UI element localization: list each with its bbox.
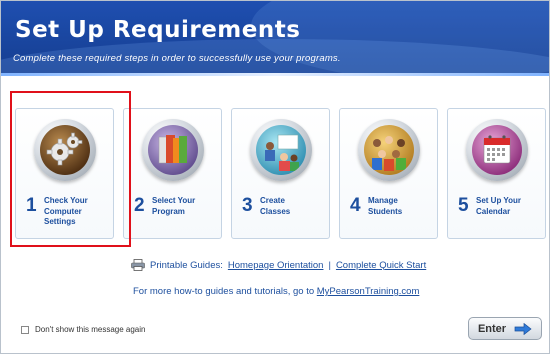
link-separator: | [328, 259, 331, 271]
step-badge [34, 119, 96, 181]
printable-guides: Printable Guides: Homepage Orientation |… [131, 259, 426, 271]
page-subtitle: Complete these required steps in order t… [13, 53, 341, 64]
homepage-orientation-link[interactable]: Homepage Orientation [228, 260, 324, 271]
students-group-icon [364, 125, 414, 175]
step-label: Set Up Your Calendar [476, 196, 522, 216]
classroom-icon [256, 125, 306, 175]
step-label: Select Your Program [152, 196, 196, 216]
step-number: 4 [350, 195, 361, 216]
step-number: 1 [26, 195, 37, 216]
gears-icon [40, 125, 90, 175]
training-message: For more how-to guides and tutorials, go… [133, 286, 317, 297]
step-label: Check Your Computer Settings [44, 196, 88, 226]
complete-quick-start-link[interactable]: Complete Quick Start [336, 260, 426, 271]
step-badge [466, 119, 528, 181]
page-title: Set Up Requirements [15, 17, 301, 43]
step-number: 5 [458, 195, 469, 216]
calendar-icon [472, 125, 522, 175]
guides-label: Printable Guides: [150, 259, 223, 271]
mypearsontraining-link[interactable]: MyPearsonTraining.com [317, 286, 420, 297]
dont-show-label: Don't show this message again [35, 325, 146, 334]
step-card-4[interactable]: 4 Manage Students [339, 108, 438, 239]
step-label: Create Classes [260, 196, 291, 216]
enter-button[interactable]: Enter [468, 317, 542, 340]
step-card-1[interactable]: 1 Check Your Computer Settings [15, 108, 114, 239]
books-icon [148, 125, 198, 175]
step-number: 2 [134, 195, 145, 216]
header-banner: Set Up Requirements Complete these requi… [1, 1, 549, 76]
enter-label: Enter [477, 322, 507, 335]
printer-icon [131, 259, 145, 271]
step-badge [142, 119, 204, 181]
dont-show-again[interactable]: Don't show this message again [21, 325, 145, 334]
setup-dialog: Set Up Requirements Complete these requi… [0, 0, 550, 354]
step-card-2[interactable]: 2 Select Your Program [123, 108, 222, 239]
step-card-3[interactable]: 3 Create Classes [231, 108, 330, 239]
dont-show-checkbox[interactable] [21, 325, 29, 334]
step-card-5[interactable]: 5 Set Up Your Calendar [447, 108, 546, 239]
steps-row: 1 Check Your Computer Settings 2 Select … [15, 108, 546, 243]
step-badge [358, 119, 420, 181]
training-text: For more how-to guides and tutorials, go… [133, 286, 419, 297]
header-divider [1, 73, 549, 76]
step-label: Manage Students [368, 196, 403, 216]
arrow-right-icon [514, 322, 532, 335]
step-number: 3 [242, 195, 253, 216]
step-badge [250, 119, 312, 181]
